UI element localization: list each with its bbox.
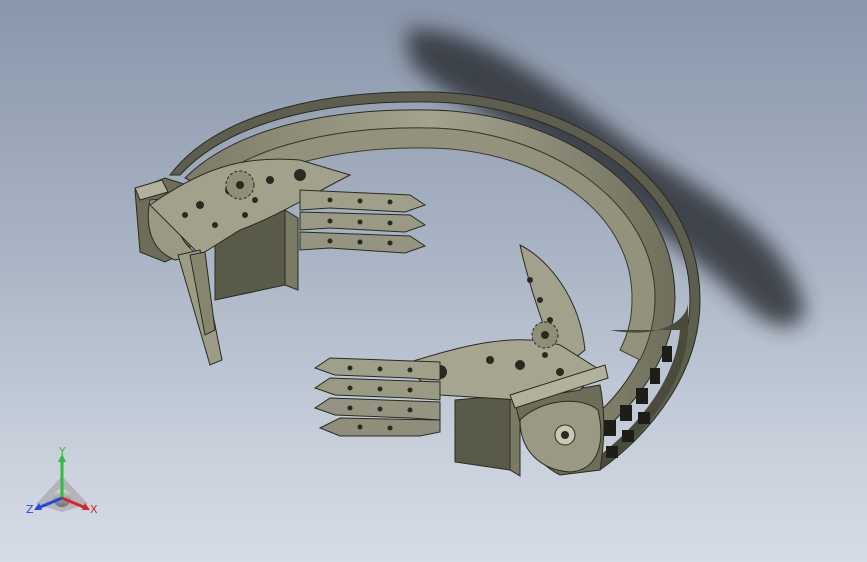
z-axis-label: Z xyxy=(26,503,34,516)
gripper-right[interactable] xyxy=(398,244,609,477)
y-axis-label: Y xyxy=(59,445,66,458)
axis-triad: Y X Z xyxy=(22,446,106,526)
gripper-left[interactable] xyxy=(134,158,352,301)
x-axis-label: X xyxy=(90,503,98,516)
graphics-viewport[interactable]: Y X Z xyxy=(0,0,867,562)
3d-model-view[interactable] xyxy=(0,0,867,562)
fingers-right[interactable] xyxy=(313,357,441,437)
